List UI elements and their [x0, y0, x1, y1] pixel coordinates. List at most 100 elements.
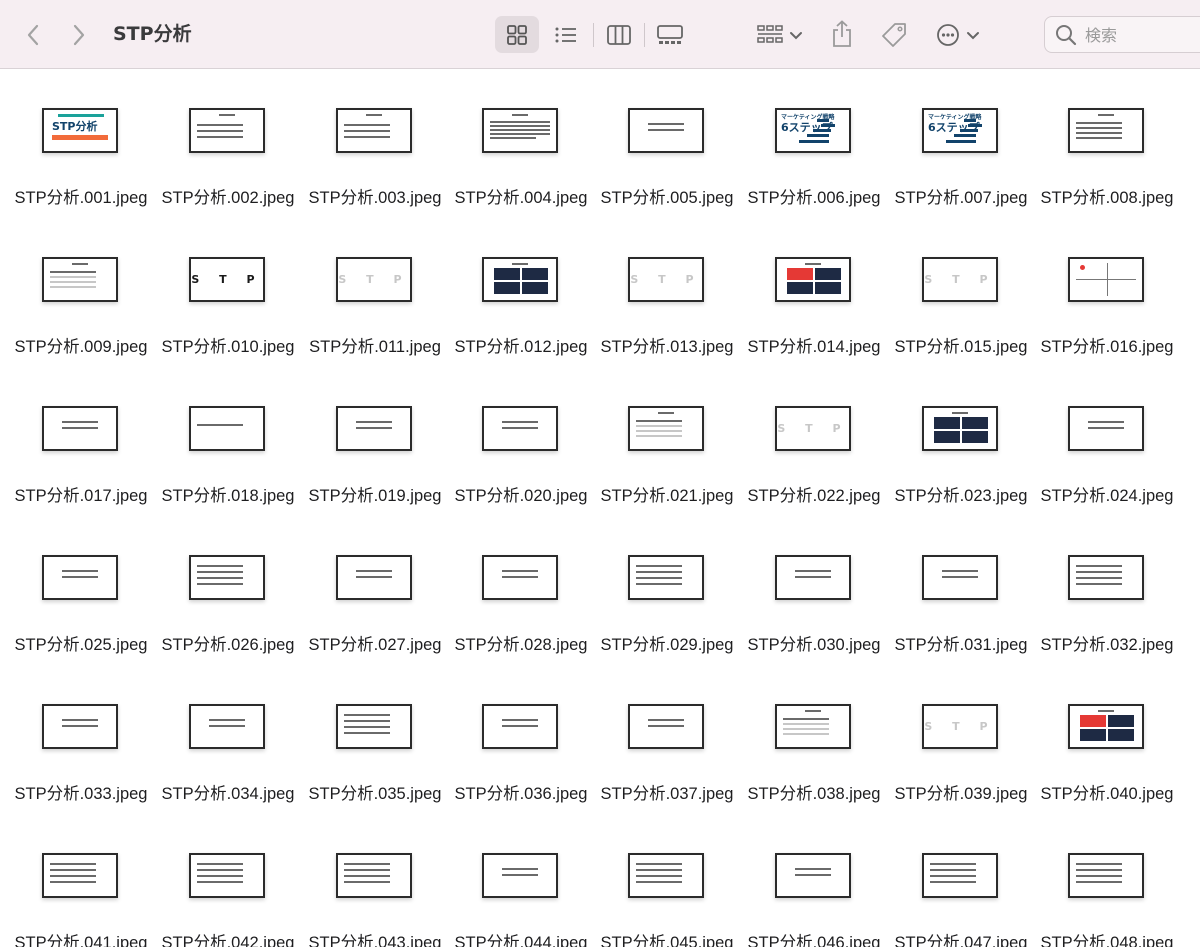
file-item[interactable]: STP分析.002.jpeg — [155, 70, 301, 219]
file-item[interactable]: STP分析.037.jpeg — [594, 666, 740, 815]
thumbnail-text-line — [197, 583, 243, 585]
icon-view-button[interactable] — [495, 16, 539, 53]
thumbnail-text-line — [72, 263, 88, 265]
file-item[interactable]: STP分析.045.jpeg — [594, 815, 740, 947]
file-item[interactable]: S T P STP分析.039.jpeg — [888, 666, 1034, 815]
file-item[interactable]: STP分析.034.jpeg — [155, 666, 301, 815]
file-item[interactable]: STP分析.046.jpeg — [741, 815, 887, 947]
thumbnail-text-line — [512, 114, 528, 116]
file-item[interactable]: STP分析 STP分析.001.jpeg — [8, 70, 154, 219]
thumbnail-stp-letters: S T P — [924, 720, 996, 733]
thumbnail-step — [954, 134, 976, 137]
file-item[interactable]: STP分析.009.jpeg — [8, 219, 154, 368]
file-item[interactable]: STP分析.003.jpeg — [302, 70, 448, 219]
thumbnail-text-line — [197, 875, 243, 877]
file-item[interactable]: STP分析.024.jpeg — [1034, 368, 1180, 517]
thumbnail-text-line — [805, 710, 821, 712]
file-item[interactable]: STP分析.042.jpeg — [155, 815, 301, 947]
thumbnail-text-line — [1076, 875, 1122, 877]
thumbnail-text-line — [197, 577, 243, 579]
file-thumbnail — [775, 555, 851, 600]
file-name: STP分析.027.jpeg — [308, 636, 442, 654]
file-item[interactable]: STP分析.021.jpeg — [594, 368, 740, 517]
file-item[interactable]: STP分析.035.jpeg — [302, 666, 448, 815]
file-item[interactable]: S T P STP分析.011.jpeg — [302, 219, 448, 368]
file-name: STP分析.013.jpeg — [600, 338, 734, 356]
more-actions-button[interactable] — [930, 16, 986, 53]
file-item[interactable]: STP分析.023.jpeg — [888, 368, 1034, 517]
file-item[interactable]: STP分析.026.jpeg — [155, 517, 301, 666]
file-item[interactable]: STP分析.008.jpeg — [1034, 70, 1180, 219]
file-item[interactable]: STP分析.040.jpeg — [1034, 666, 1180, 815]
thumbnail-marker — [1080, 265, 1085, 270]
file-item[interactable]: STP分析.025.jpeg — [8, 517, 154, 666]
file-item[interactable]: S T P STP分析.015.jpeg — [888, 219, 1034, 368]
file-item[interactable]: STP分析.019.jpeg — [302, 368, 448, 517]
file-item[interactable]: STP分析.038.jpeg — [741, 666, 887, 815]
file-item[interactable]: STP分析.044.jpeg — [448, 815, 594, 947]
file-name: STP分析.002.jpeg — [161, 189, 295, 207]
file-item[interactable]: STP分析.004.jpeg — [448, 70, 594, 219]
file-thumbnail — [1068, 704, 1144, 749]
file-item[interactable]: STP分析.005.jpeg — [594, 70, 740, 219]
file-item[interactable]: STP分析.020.jpeg — [448, 368, 594, 517]
thumbnail-text-line — [356, 427, 392, 429]
file-item[interactable]: S T P STP分析.010.jpeg — [155, 219, 301, 368]
file-thumbnail — [336, 108, 412, 153]
thumbnail-axis — [1076, 279, 1136, 280]
file-item[interactable]: STP分析.041.jpeg — [8, 815, 154, 947]
file-item[interactable]: STP分析.030.jpeg — [741, 517, 887, 666]
file-item[interactable]: STP分析.043.jpeg — [302, 815, 448, 947]
file-item[interactable]: STP分析.027.jpeg — [302, 517, 448, 666]
thumbnail-text-line — [942, 576, 978, 578]
file-item[interactable]: STP分析.048.jpeg — [1034, 815, 1180, 947]
gallery-view-button[interactable] — [648, 16, 692, 53]
file-item[interactable]: STP分析.017.jpeg — [8, 368, 154, 517]
file-thumbnail — [336, 555, 412, 600]
file-name: STP分析.026.jpeg — [161, 636, 295, 654]
file-item[interactable]: STP分析.014.jpeg — [741, 219, 887, 368]
search-field[interactable] — [1044, 16, 1200, 53]
file-item[interactable]: STP分析.012.jpeg — [448, 219, 594, 368]
thumbnail-text-line — [344, 726, 390, 728]
thumbnail-text-line — [1076, 863, 1122, 865]
file-item[interactable]: S T P STP分析.022.jpeg — [741, 368, 887, 517]
tag-button[interactable] — [876, 16, 912, 53]
thumbnail-text-line — [62, 570, 98, 572]
toolbar-divider — [593, 23, 594, 47]
group-by-button[interactable] — [752, 16, 808, 53]
list-view-button[interactable] — [546, 16, 586, 53]
file-thumbnail — [1068, 555, 1144, 600]
file-item[interactable]: STP分析.047.jpeg — [888, 815, 1034, 947]
file-item[interactable]: STP分析.036.jpeg — [448, 666, 594, 815]
thumbnail-text-line — [636, 565, 682, 567]
back-button[interactable] — [18, 18, 48, 52]
thumbnail-text-line — [805, 263, 821, 265]
file-item[interactable]: STP分析.029.jpeg — [594, 517, 740, 666]
share-button[interactable] — [826, 14, 858, 54]
file-item[interactable]: マーケティング戦略 6ステップ STP分析.007.jpeg — [888, 70, 1034, 219]
thumbnail-text-line — [636, 430, 682, 432]
thumbnail-text-line — [197, 424, 243, 426]
file-item[interactable]: STP分析.028.jpeg — [448, 517, 594, 666]
column-view-button[interactable] — [599, 16, 639, 53]
forward-button[interactable] — [64, 18, 94, 52]
thumbnail-text-line — [197, 124, 243, 126]
file-item[interactable]: STP分析.018.jpeg — [155, 368, 301, 517]
thumbnail-text-line — [502, 874, 538, 876]
thumbnail-banner — [52, 135, 108, 140]
thumbnail-text-line — [636, 425, 682, 427]
thumbnail-text-line — [344, 130, 390, 132]
file-thumbnail — [42, 853, 118, 898]
file-item[interactable]: STP分析.016.jpeg — [1034, 219, 1180, 368]
thumbnail-text-line — [1088, 421, 1124, 423]
search-input[interactable] — [1085, 23, 1195, 47]
file-item[interactable]: STP分析.032.jpeg — [1034, 517, 1180, 666]
file-item[interactable]: STP分析.031.jpeg — [888, 517, 1034, 666]
file-name: STP分析.015.jpeg — [894, 338, 1028, 356]
file-item[interactable]: マーケティング戦略 6ステップ STP分析.006.jpeg — [741, 70, 887, 219]
thumbnail-text-line — [490, 133, 550, 135]
thumbnail-text-line — [636, 869, 682, 871]
file-item[interactable]: STP分析.033.jpeg — [8, 666, 154, 815]
file-item[interactable]: S T P STP分析.013.jpeg — [594, 219, 740, 368]
